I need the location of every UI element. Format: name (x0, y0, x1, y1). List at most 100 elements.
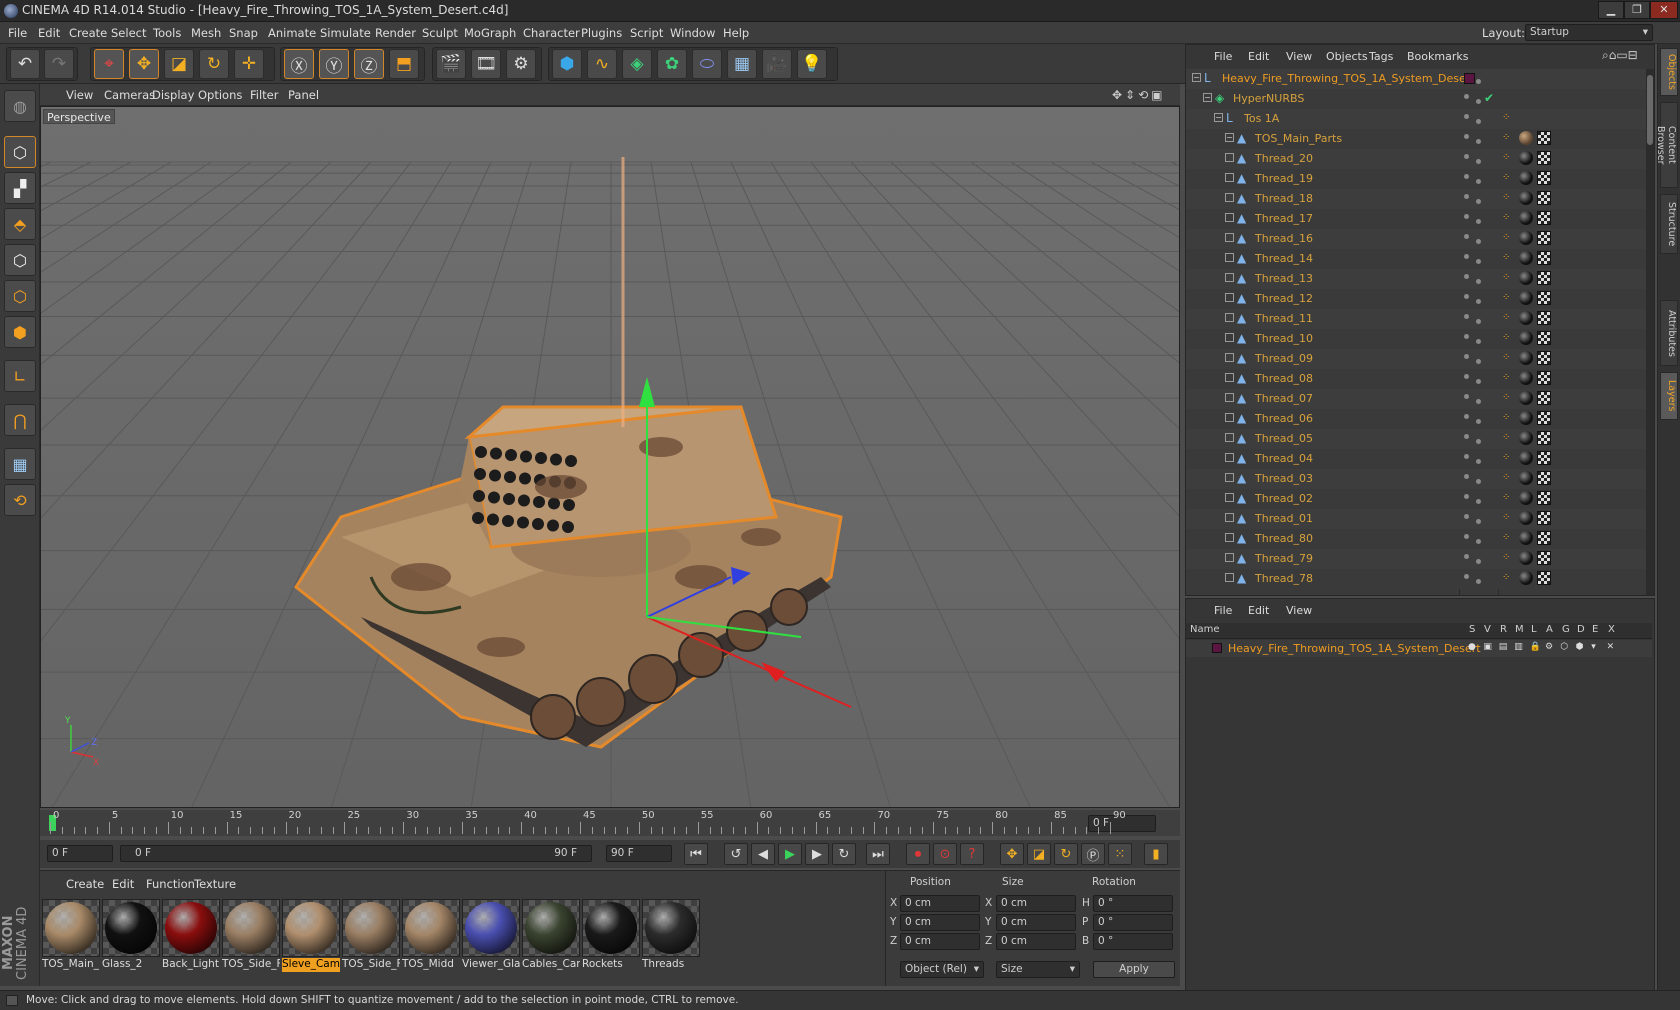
object-row[interactable]: ▲ Thread_14 ⁘ (1186, 249, 1646, 269)
size-field[interactable]: 0 cm (996, 914, 1076, 931)
object-menu-tags[interactable]: Tags (1369, 50, 1393, 63)
menu-plugins[interactable]: Plugins (581, 26, 622, 40)
layer-column-a[interactable]: A (1546, 624, 1553, 635)
uvw-tag-icon[interactable] (1537, 191, 1551, 205)
uvw-tag-icon[interactable] (1537, 291, 1551, 305)
polygons-mode-icon[interactable]: ⬢ (4, 316, 36, 348)
object-row[interactable]: − ▲ TOS_Main_Parts ⁘ (1186, 129, 1646, 149)
phong-tag-icon[interactable]: ⁘ (1502, 312, 1514, 324)
viewport-menu-options[interactable]: Options (198, 88, 242, 102)
object-row[interactable]: ▲ Thread_02 ⁘ (1186, 489, 1646, 509)
uvw-tag-icon[interactable] (1537, 351, 1551, 365)
render-visibility-dot[interactable] (1476, 559, 1481, 564)
tree-expander-icon[interactable] (1225, 353, 1234, 362)
phong-tag-icon[interactable]: ⁘ (1502, 332, 1514, 344)
render-visibility-dot[interactable] (1476, 339, 1481, 344)
material-tag-icon[interactable] (1519, 531, 1533, 545)
tree-expander-icon[interactable] (1225, 533, 1234, 542)
object-row[interactable]: ▲ Thread_03 ⁘ (1186, 469, 1646, 489)
material-tag-icon[interactable] (1519, 551, 1533, 565)
uvw-tag-icon[interactable] (1537, 511, 1551, 525)
rotation-field[interactable]: 0 ° (1093, 933, 1173, 950)
menu-edit[interactable]: Edit (38, 26, 60, 40)
material-tag-icon[interactable] (1519, 191, 1533, 205)
layer-menu-edit[interactable]: Edit (1248, 604, 1269, 617)
side-tab-content-browser[interactable]: Content Browser (1655, 102, 1678, 188)
material-tag-icon[interactable] (1519, 511, 1533, 525)
render-visibility-dot[interactable] (1476, 539, 1481, 544)
size-mode-select[interactable]: Size ▾ (996, 961, 1080, 978)
render-visibility-dot[interactable] (1476, 239, 1481, 244)
phong-tag-icon[interactable]: ⁘ (1502, 192, 1514, 204)
uvw-tag-icon[interactable] (1537, 371, 1551, 385)
material-tag-icon[interactable] (1519, 371, 1533, 385)
generator-icon[interactable]: ⬡ (1560, 642, 1568, 652)
material-swatch[interactable]: Cables_Car (522, 899, 580, 971)
viewport-menu-display[interactable]: Display (152, 88, 194, 102)
material-tag-icon[interactable] (1519, 491, 1533, 505)
layer-menu-file[interactable]: File (1214, 604, 1232, 617)
menu-file[interactable]: File (8, 26, 27, 40)
layer-column-l[interactable]: L (1531, 624, 1537, 635)
editor-visibility-dot[interactable] (1464, 294, 1469, 299)
phong-tag-icon[interactable]: ⁘ (1502, 152, 1514, 164)
object-row[interactable]: ▲ Thread_12 ⁘ (1186, 289, 1646, 309)
tree-expander-icon[interactable] (1225, 313, 1234, 322)
menu-window[interactable]: Window (670, 26, 715, 40)
tree-expander-icon[interactable]: − (1214, 113, 1223, 122)
editor-visibility-dot[interactable] (1464, 194, 1469, 199)
tree-expander-icon[interactable]: − (1225, 133, 1234, 142)
render-visibility-dot[interactable] (1476, 119, 1481, 124)
start-frame-field[interactable]: 0 F (47, 845, 113, 862)
uvw-tag-icon[interactable] (1537, 471, 1551, 485)
lock-icon[interactable]: 🔒 (1530, 642, 1541, 652)
uvw-tag-icon[interactable] (1537, 211, 1551, 225)
live-selection-icon[interactable]: ⌖ (94, 49, 124, 79)
uvw-tag-icon[interactable] (1537, 531, 1551, 545)
scale-icon[interactable]: ◪ (164, 49, 194, 79)
menu-render[interactable]: Render (375, 26, 416, 40)
render-visibility-dot[interactable] (1476, 479, 1481, 484)
object-row[interactable]: ▲ Thread_79 ⁘ (1186, 549, 1646, 569)
material-tag-icon[interactable] (1519, 171, 1533, 185)
phong-tag-icon[interactable]: ⁘ (1502, 572, 1514, 584)
material-swatch[interactable]: Rockets (582, 899, 640, 971)
tree-expander-icon[interactable] (1225, 373, 1234, 382)
menu-snap[interactable]: Snap (229, 26, 258, 40)
material-tag-icon[interactable] (1519, 411, 1533, 425)
editor-visibility-dot[interactable] (1464, 414, 1469, 419)
menu-character[interactable]: Character (523, 26, 580, 40)
menu-mograph[interactable]: MoGraph (464, 26, 516, 40)
key-rotation-icon[interactable]: ↻ (1054, 843, 1078, 865)
xref-icon[interactable]: ✕ (1607, 642, 1615, 652)
uvw-tag-icon[interactable] (1537, 231, 1551, 245)
layer-column-v[interactable]: V (1484, 624, 1491, 635)
record-keys-icon[interactable]: ⏺ (906, 843, 930, 865)
layer-column-e[interactable]: E (1592, 624, 1598, 635)
locked-workplane-icon[interactable]: ⟲ (4, 484, 36, 516)
material-menu-create[interactable]: Create (66, 877, 104, 891)
layer-column-d[interactable]: D (1577, 624, 1585, 635)
step-back-icon[interactable]: ◀ (751, 843, 775, 865)
position-field[interactable]: 0 cm (900, 895, 980, 912)
close-button[interactable]: ✕ (1650, 1, 1678, 19)
object-row[interactable]: ▲ Thread_06 ⁘ (1186, 409, 1646, 429)
render-visibility-dot[interactable] (1476, 419, 1481, 424)
uvw-tag-icon[interactable] (1537, 491, 1551, 505)
object-row[interactable]: ▲ Thread_07 ⁘ (1186, 389, 1646, 409)
layer-column-g[interactable]: G (1562, 624, 1570, 635)
material-tag-icon[interactable] (1519, 391, 1533, 405)
coordinate-mode-select[interactable]: Object (Rel) ▾ (900, 961, 984, 978)
redo-icon[interactable]: ↷ (44, 49, 74, 79)
layer-name[interactable]: Heavy_Fire_Throwing_TOS_1A_System_Desert (1228, 642, 1481, 655)
object-menu-objects[interactable]: Objects (1326, 50, 1368, 63)
preview-range-slider[interactable]: 0 F 90 F (120, 845, 592, 862)
tree-expander-icon[interactable] (1225, 213, 1234, 222)
timeline-ruler[interactable]: 0 F 0 5 10 15 20 25 30 35 40 45 50 55 60 65 70 75 80 85 90 (40, 810, 1180, 836)
phong-tag-icon[interactable]: ⁘ (1502, 452, 1514, 464)
menu-simulate[interactable]: Simulate (320, 26, 371, 40)
object-row[interactable]: ▲ Thread_10 ⁘ (1186, 329, 1646, 349)
spline-icon[interactable]: ∿ (587, 49, 617, 79)
object-row[interactable]: ▲ Thread_18 ⁘ (1186, 189, 1646, 209)
phong-tag-icon[interactable]: ⁘ (1502, 552, 1514, 564)
